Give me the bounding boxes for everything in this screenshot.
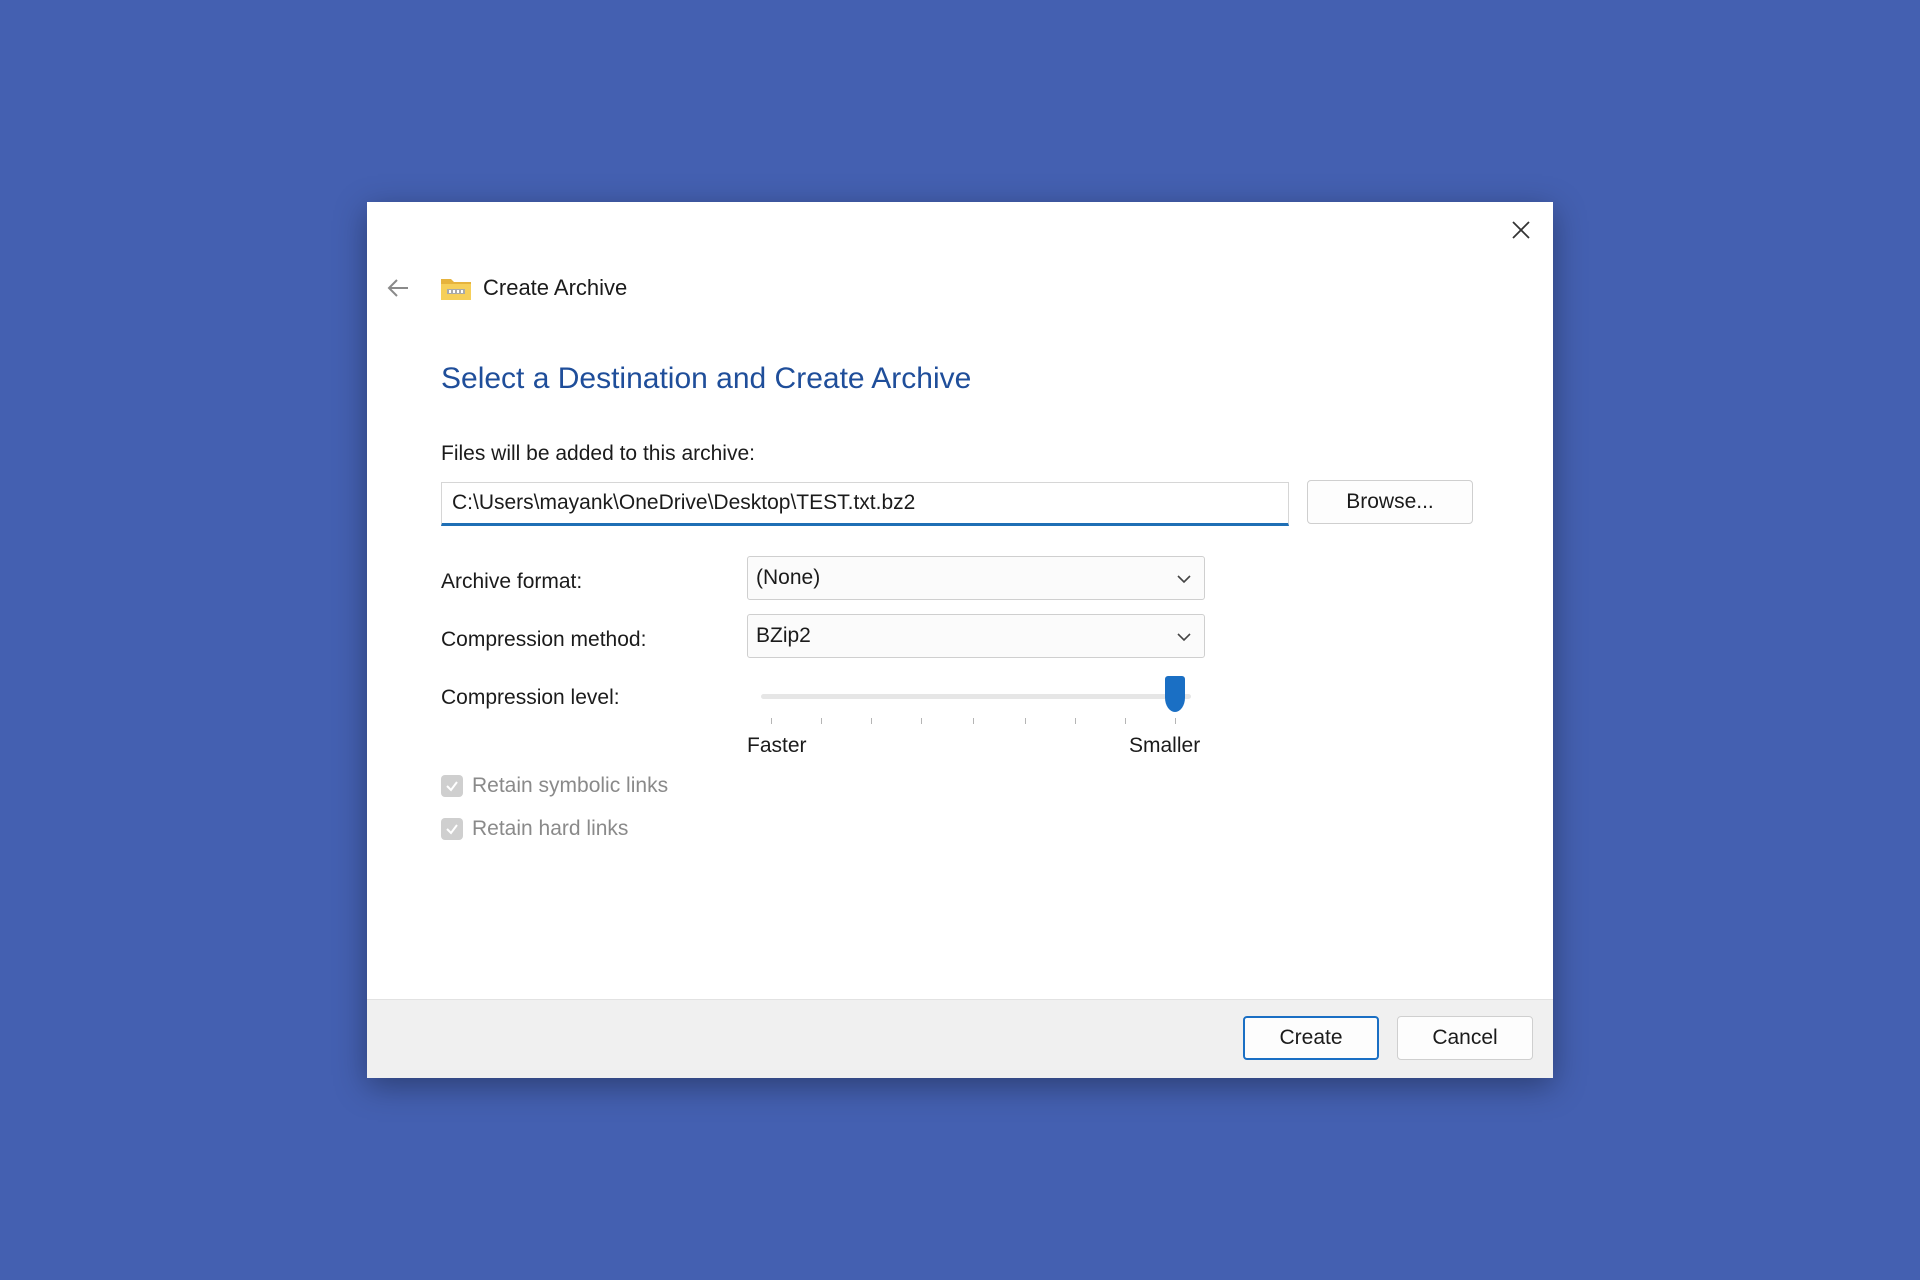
archive-format-label: Archive format:: [441, 570, 583, 593]
dialog-titlebar: Create Archive: [381, 270, 627, 306]
archive-format-select[interactable]: (None): [747, 556, 1205, 600]
compression-level-label: Compression level:: [441, 686, 620, 709]
compression-method-value: BZip2: [756, 624, 811, 647]
close-button[interactable]: [1503, 212, 1539, 248]
create-button[interactable]: Create: [1243, 1016, 1379, 1060]
slider-tick: [821, 718, 822, 724]
slider-tick: [771, 718, 772, 724]
checkmark-icon: [446, 824, 458, 835]
checkmark-icon: [446, 781, 458, 792]
arrow-left-icon: [387, 279, 408, 297]
retain-hard-links-option[interactable]: Retain hard links: [441, 817, 628, 841]
slider-tick: [1025, 718, 1026, 724]
close-icon: [1512, 221, 1530, 239]
dialog-title: Create Archive: [483, 275, 628, 300]
compression-level-slider[interactable]: [761, 664, 1191, 724]
archive-path-input[interactable]: [441, 482, 1289, 526]
retain-symbolic-links-label: Retain symbolic links: [472, 774, 669, 797]
chevron-down-icon: [1177, 633, 1191, 642]
chevron-down-icon: [1177, 575, 1191, 584]
slider-tick: [1175, 718, 1176, 724]
compression-method-label: Compression method:: [441, 628, 647, 651]
slider-track: [761, 694, 1191, 699]
slider-tick: [921, 718, 922, 724]
back-button[interactable]: [381, 271, 415, 305]
archive-format-value: (None): [756, 566, 821, 589]
slider-tick: [973, 718, 974, 724]
retain-symbolic-links-option[interactable]: Retain symbolic links: [441, 774, 668, 798]
slider-tick: [871, 718, 872, 724]
page-heading: Select a Destination and Create Archive: [441, 362, 972, 395]
slider-min-label: Faster: [747, 734, 807, 757]
destination-label: Files will be added to this archive:: [441, 442, 755, 465]
archive-folder-icon: [441, 279, 471, 300]
retain-hard-links-label: Retain hard links: [472, 817, 629, 840]
slider-max-label: Smaller: [1129, 734, 1201, 757]
slider-thumb[interactable]: [1165, 676, 1185, 712]
create-archive-dialog: Create Archive Select a Destination and …: [367, 202, 1553, 1078]
cancel-button[interactable]: Cancel: [1397, 1016, 1533, 1060]
slider-tick: [1125, 718, 1126, 724]
slider-tick: [1075, 718, 1076, 724]
compression-method-select[interactable]: BZip2: [747, 614, 1205, 658]
browse-button[interactable]: Browse...: [1307, 480, 1473, 524]
retain-hard-links-checkbox[interactable]: [441, 818, 463, 840]
retain-symbolic-links-checkbox[interactable]: [441, 775, 463, 797]
